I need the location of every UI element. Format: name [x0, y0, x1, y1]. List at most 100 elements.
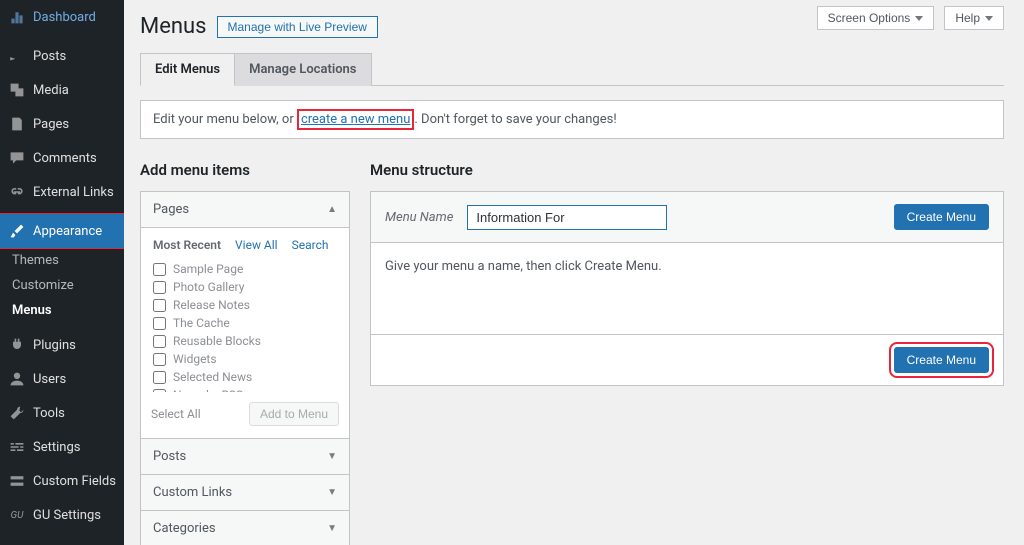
inner-tab-viewall[interactable]: View All [235, 238, 278, 252]
page-checkbox[interactable] [153, 281, 166, 294]
dashboard-icon [8, 8, 26, 26]
sidebar-item-custom-fields[interactable]: Custom Fields [0, 464, 124, 498]
screen-options-button[interactable]: Screen Options [817, 6, 935, 30]
sidebar-item-external-links[interactable]: External Links [0, 175, 124, 209]
comment-icon [8, 149, 26, 167]
notice-text-post: . Don't forget to save your changes! [414, 112, 616, 127]
accordion-categories-header[interactable]: Categories▼ [141, 510, 349, 545]
pin-icon [8, 47, 26, 65]
menu-body-text: Give your menu a name, then click Create… [371, 243, 1003, 334]
wrench-icon [8, 404, 26, 422]
page-checkbox[interactable] [153, 299, 166, 312]
chevron-down-icon [985, 16, 993, 21]
caret-up-icon: ▲ [327, 204, 337, 215]
sidebar-item-settings[interactable]: Settings [0, 430, 124, 464]
appearance-group-highlight: Appearance [0, 214, 124, 248]
sidebar-item-appearance[interactable]: Appearance [0, 214, 124, 248]
select-all-link[interactable]: Select All [151, 407, 201, 421]
media-icon [8, 81, 26, 99]
accordion-custom-links-header[interactable]: Custom Links▼ [141, 474, 349, 510]
list-item[interactable]: News by RSS [151, 386, 339, 392]
notice-box: Edit your menu below, or create a new me… [140, 100, 1004, 139]
list-item[interactable]: Selected News [151, 368, 339, 386]
user-icon [8, 370, 26, 388]
list-item[interactable]: Widgets [151, 350, 339, 368]
create-menu-button-top[interactable]: Create Menu [894, 204, 989, 230]
page-checkbox[interactable] [153, 263, 166, 276]
sidebar-item-pages[interactable]: Pages [0, 107, 124, 141]
page-checkbox[interactable] [153, 371, 166, 384]
sidebar-sub-menus[interactable]: Menus [0, 298, 124, 323]
inner-tab-recent[interactable]: Most Recent [153, 238, 221, 252]
sidebar-sub-themes[interactable]: Themes [0, 248, 124, 273]
caret-down-icon: ▼ [327, 487, 337, 498]
sidebar-label: Users [33, 372, 66, 387]
sidebar-item-media[interactable]: Media [0, 73, 124, 107]
list-item[interactable]: Sample Page [151, 260, 339, 278]
sidebar-label: Custom Fields [33, 474, 116, 489]
sidebar-label: Plugins [33, 338, 76, 353]
page-checkbox[interactable] [153, 353, 166, 366]
menu-name-input[interactable] [467, 205, 667, 230]
accordion-pages: Pages▲ Most Recent View All Search Sampl… [140, 191, 350, 545]
tab-edit-menus[interactable]: Edit Menus [140, 53, 235, 86]
top-right-controls: Screen Options Help [817, 6, 1004, 30]
notice-text-pre: Edit your menu below, or [153, 112, 297, 127]
accordion-posts-header[interactable]: Posts▼ [141, 438, 349, 474]
help-button[interactable]: Help [944, 6, 1004, 30]
pages-checklist[interactable]: Sample Page Photo Gallery Release Notes … [151, 260, 339, 392]
page-checkbox[interactable] [153, 335, 166, 348]
menu-name-label: Menu Name [385, 210, 453, 225]
list-item[interactable]: The Cache [151, 314, 339, 332]
create-menu-button-bottom[interactable]: Create Menu [894, 347, 989, 373]
sidebar-item-plugins[interactable]: Plugins [0, 328, 124, 362]
sidebar-label: GU Settings [33, 508, 101, 523]
page-icon [8, 115, 26, 133]
page-checkbox[interactable] [153, 317, 166, 330]
sidebar-label: External Links [33, 185, 114, 200]
sidebar-label: Appearance [33, 224, 102, 239]
accordion-pages-header[interactable]: Pages▲ [141, 192, 349, 227]
page-checkbox[interactable] [153, 389, 166, 393]
main-content: Screen Options Help Menus Manage with Li… [124, 0, 1024, 545]
admin-sidebar: Dashboard Posts Media Pages Comments Ext… [0, 0, 124, 545]
plugin-icon [8, 336, 26, 354]
sidebar-label: Settings [33, 440, 80, 455]
sidebar-label: Media [33, 83, 69, 98]
brush-icon [8, 222, 26, 240]
list-item[interactable]: Release Notes [151, 296, 339, 314]
create-new-menu-link[interactable]: create a new menu [297, 109, 414, 130]
sidebar-label: Pages [33, 117, 69, 132]
sidebar-item-comments[interactable]: Comments [0, 141, 124, 175]
sidebar-sub-customize[interactable]: Customize [0, 273, 124, 298]
live-preview-button[interactable]: Manage with Live Preview [217, 16, 378, 38]
nav-tabs: Edit Menus Manage Locations [140, 53, 1004, 86]
fields-icon [8, 472, 26, 490]
caret-down-icon: ▼ [327, 523, 337, 534]
add-items-heading: Add menu items [140, 161, 350, 179]
add-to-menu-button: Add to Menu [249, 402, 339, 426]
chevron-down-icon [915, 16, 923, 21]
page-title: Menus [140, 14, 207, 39]
sidebar-item-tools[interactable]: Tools [0, 396, 124, 430]
tab-manage-locations[interactable]: Manage Locations [235, 53, 371, 86]
sidebar-item-posts[interactable]: Posts [0, 39, 124, 73]
sidebar-label: Comments [33, 151, 97, 166]
sidebar-label: Tools [33, 406, 65, 421]
caret-down-icon: ▼ [327, 451, 337, 462]
sidebar-item-gu-settings[interactable]: GU GU Settings [0, 498, 124, 532]
menu-structure-heading: Menu structure [370, 161, 1004, 179]
sliders-icon [8, 438, 26, 456]
inner-tab-search[interactable]: Search [292, 238, 329, 252]
gu-icon: GU [8, 506, 26, 524]
sidebar-item-dashboard[interactable]: Dashboard [0, 0, 124, 34]
pages-inner-tabs: Most Recent View All Search [151, 238, 339, 260]
sidebar-item-seo[interactable]: SEO [0, 537, 124, 545]
link-icon [8, 183, 26, 201]
sidebar-label: Dashboard [33, 10, 96, 25]
sidebar-item-users[interactable]: Users [0, 362, 124, 396]
list-item[interactable]: Photo Gallery [151, 278, 339, 296]
menu-settings-frame: Menu Name Create Menu Give your menu a n… [370, 191, 1004, 386]
list-item[interactable]: Reusable Blocks [151, 332, 339, 350]
sidebar-label: Posts [33, 49, 66, 64]
